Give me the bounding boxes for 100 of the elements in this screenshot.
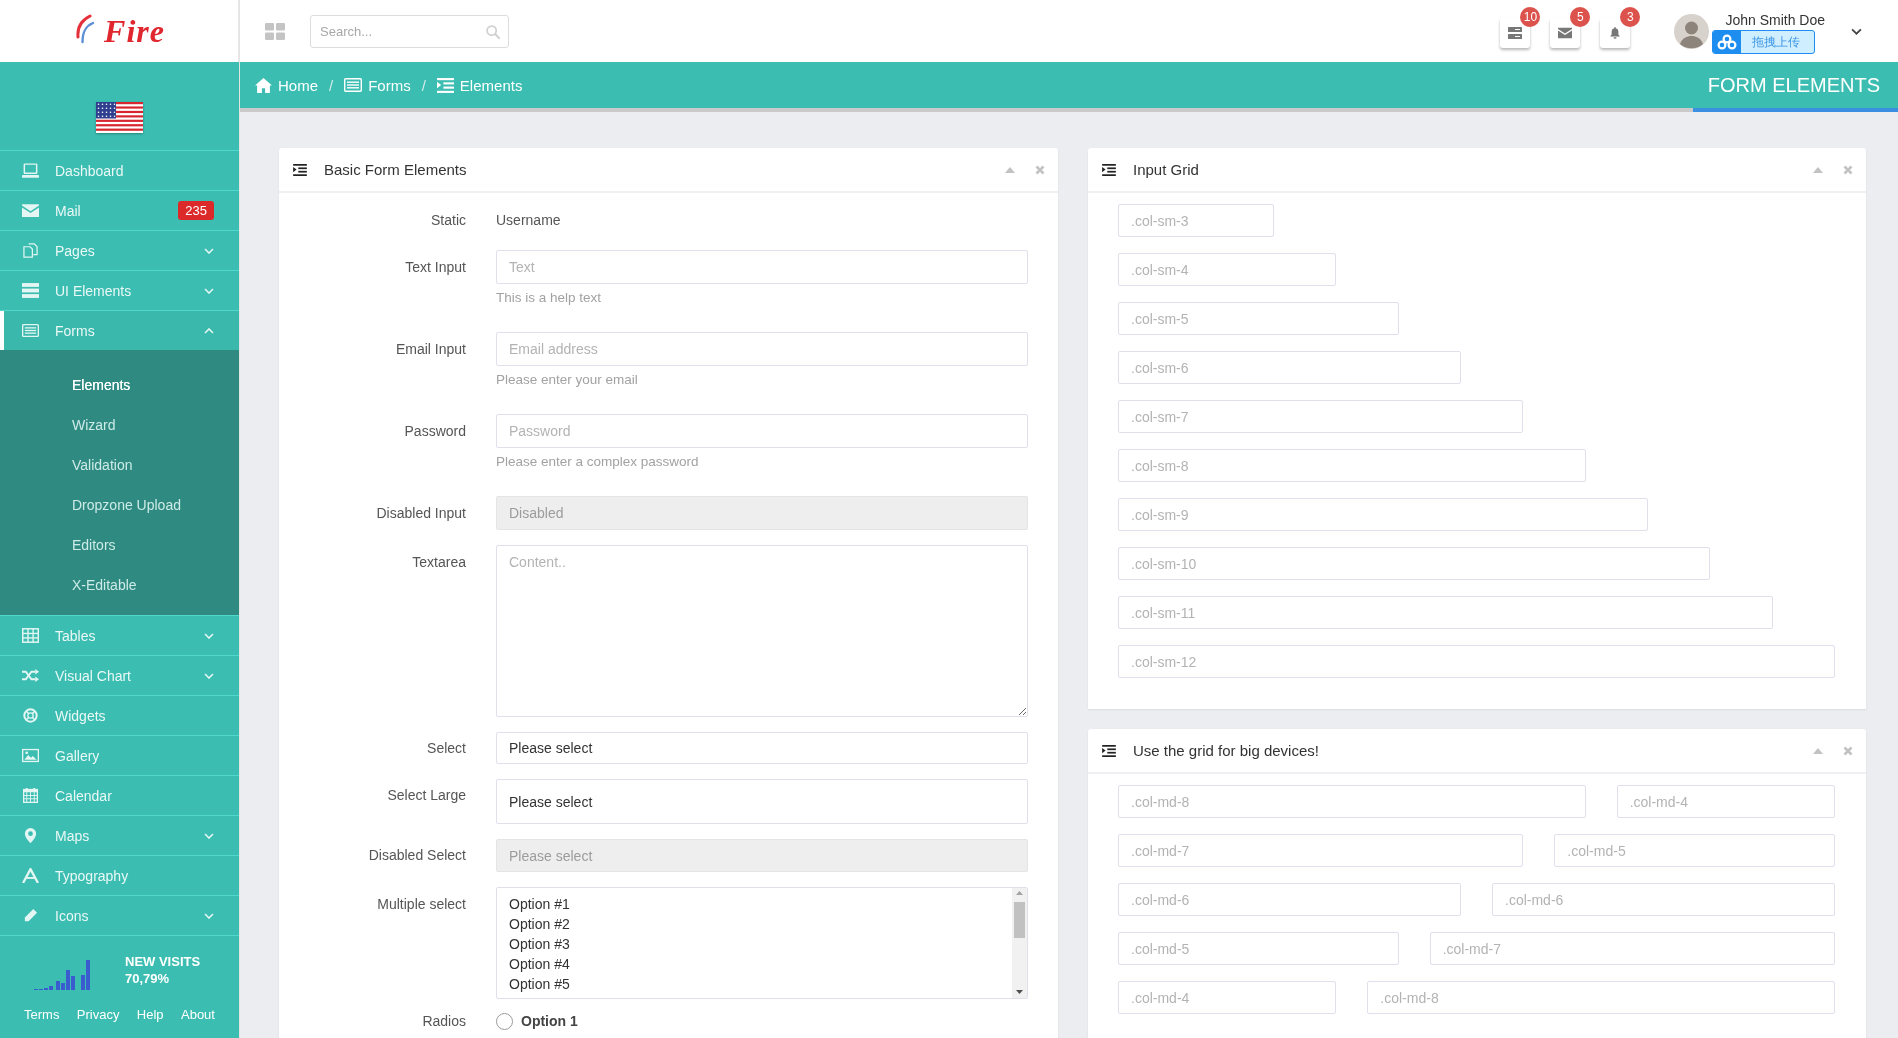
- sidebar-item[interactable]: Visual Chart: [0, 655, 239, 695]
- text-input[interactable]: .col-md-8: [1118, 785, 1586, 818]
- text-input[interactable]: .col-md-5: [1554, 834, 1835, 867]
- avatar[interactable]: [1674, 13, 1710, 49]
- text-input[interactable]: .col-sm-11: [1118, 596, 1773, 629]
- text-input[interactable]: .col-sm-4: [1118, 253, 1337, 286]
- text-input[interactable]: .col-md-6: [1492, 883, 1835, 916]
- indent-list-icon: [436, 77, 454, 93]
- close-icon[interactable]: [1035, 164, 1045, 175]
- text-input[interactable]: .col-sm-5: [1118, 302, 1399, 335]
- radio-label[interactable]: Option 1: [521, 1013, 578, 1029]
- chevron-down-icon[interactable]: [1851, 27, 1862, 35]
- breadcrumb-link[interactable]: Home: [255, 76, 318, 94]
- notification-badge: 10: [1520, 7, 1541, 27]
- upload-button[interactable]: 拖拽上传: [1712, 30, 1815, 54]
- sidebar-item[interactable]: Widgets: [0, 695, 239, 735]
- list-option[interactable]: Option #2: [509, 914, 1007, 934]
- text-input[interactable]: .col-md-8: [1367, 981, 1835, 1014]
- sidebar-item[interactable]: Tables: [0, 615, 239, 655]
- radio-button[interactable]: [496, 1012, 513, 1030]
- close-icon[interactable]: [1843, 745, 1853, 756]
- indent-list-icon: [293, 163, 307, 176]
- text-input[interactable]: .col-sm-12: [1118, 645, 1835, 678]
- sidebar-item[interactable]: Pages: [0, 230, 239, 270]
- help-text: Please enter your email: [496, 371, 639, 389]
- text-input[interactable]: .col-md-4: [1118, 981, 1337, 1014]
- scrollbar[interactable]: [1012, 888, 1027, 998]
- text-input[interactable]: .col-md-7: [1118, 834, 1524, 867]
- count-badge: 235: [178, 201, 214, 220]
- envelope-icon: [1558, 27, 1573, 39]
- list-option[interactable]: Option #3: [509, 934, 1007, 954]
- footer-link[interactable]: Privacy: [76, 1006, 120, 1024]
- logo-text[interactable]: Fire: [101, 12, 165, 50]
- laptop-icon: [22, 163, 39, 178]
- text-input[interactable]: Email address: [496, 332, 1028, 366]
- footer-link[interactable]: Help: [136, 1006, 164, 1024]
- documents-icon: [22, 243, 39, 258]
- field-label: Radios: [421, 1012, 466, 1031]
- lifebuoy-icon: [22, 708, 39, 723]
- text-input[interactable]: .col-md-4: [1616, 785, 1835, 818]
- text-input[interactable]: .col-md-6: [1118, 883, 1461, 916]
- submenu-item[interactable]: Wizard: [0, 405, 239, 445]
- list-icon: [344, 78, 363, 92]
- text-input[interactable]: .col-sm-7: [1118, 400, 1524, 433]
- list-option[interactable]: Option #1: [509, 894, 1007, 914]
- server-icon: [1508, 27, 1523, 39]
- chevron-down-icon: [204, 912, 214, 919]
- field-label: Password: [403, 422, 466, 441]
- multi-select-field[interactable]: Option #1 Option #2 Option #3 Option #4 Option #5: [496, 887, 1028, 999]
- text-input[interactable]: .col-md-5: [1118, 932, 1399, 965]
- help-text: Please enter a complex password: [496, 453, 700, 471]
- submenu-item[interactable]: X-Editable: [0, 565, 239, 605]
- list-option[interactable]: Option #5: [509, 974, 1007, 994]
- flame-icon[interactable]: [73, 14, 96, 44]
- chevron-down-icon: [204, 832, 214, 839]
- text-input[interactable]: .col-sm-8: [1118, 449, 1586, 482]
- user-name[interactable]: John Smith Doe: [1725, 12, 1825, 28]
- sidebar-item[interactable]: Gallery: [0, 735, 239, 775]
- collapse-icon[interactable]: [1813, 747, 1823, 754]
- list-option[interactable]: Option #4: [509, 954, 1007, 974]
- sidebar-item[interactable]: Icons: [0, 895, 239, 935]
- search-field[interactable]: Search...: [310, 14, 509, 48]
- close-icon[interactable]: [1843, 164, 1853, 175]
- text-input[interactable]: .col-md-7: [1429, 932, 1835, 965]
- text-input[interactable]: .col-sm-6: [1118, 351, 1461, 384]
- text-input[interactable]: .col-sm-3: [1118, 204, 1274, 237]
- submenu-item[interactable]: Elements: [0, 365, 239, 405]
- sidebar-item[interactable]: Dashboard: [0, 150, 239, 190]
- apps-grid-icon[interactable]: [265, 22, 285, 40]
- flag-icon[interactable]: [96, 102, 143, 133]
- select-field[interactable]: Please select: [496, 779, 1028, 824]
- select-field: Please select: [496, 839, 1028, 872]
- sidebar-item[interactable]: Maps: [0, 815, 239, 855]
- submenu-item[interactable]: Editors: [0, 525, 239, 565]
- footer-link[interactable]: Terms: [24, 1006, 60, 1024]
- breadcrumb-link[interactable]: Elements: [436, 76, 523, 94]
- submenu-item[interactable]: Dropzone Upload: [0, 485, 239, 525]
- sidebar-item[interactable]: Typography: [0, 855, 239, 895]
- text-input[interactable]: Password: [496, 414, 1028, 448]
- sidebar-item[interactable]: Calendar: [0, 775, 239, 815]
- collapse-icon[interactable]: [1813, 166, 1823, 173]
- text-input[interactable]: .col-sm-9: [1118, 498, 1648, 531]
- map-pin-icon: [22, 828, 39, 843]
- breadcrumb-link[interactable]: Forms: [344, 76, 411, 94]
- footer-link[interactable]: About: [181, 1006, 215, 1024]
- text-input[interactable]: Text: [496, 250, 1028, 284]
- collapse-icon[interactable]: [1005, 166, 1015, 173]
- textarea-field[interactable]: Content..: [496, 545, 1028, 717]
- field-label: Select: [426, 739, 466, 758]
- select-field[interactable]: Please select: [496, 732, 1028, 764]
- search-icon[interactable]: [486, 24, 500, 39]
- page-title: FORM ELEMENTS: [1707, 73, 1880, 97]
- submenu-item[interactable]: Validation: [0, 445, 239, 485]
- calendar-icon: [22, 788, 39, 803]
- text-input[interactable]: .col-sm-10: [1118, 547, 1711, 580]
- sidebar-item[interactable]: Mail 235: [0, 190, 239, 230]
- field-label: Multiple select: [376, 895, 466, 914]
- sidebar-item[interactable]: Forms: [0, 310, 239, 350]
- chevron-down-icon: [204, 287, 214, 294]
- pencil-icon: [22, 908, 39, 923]
